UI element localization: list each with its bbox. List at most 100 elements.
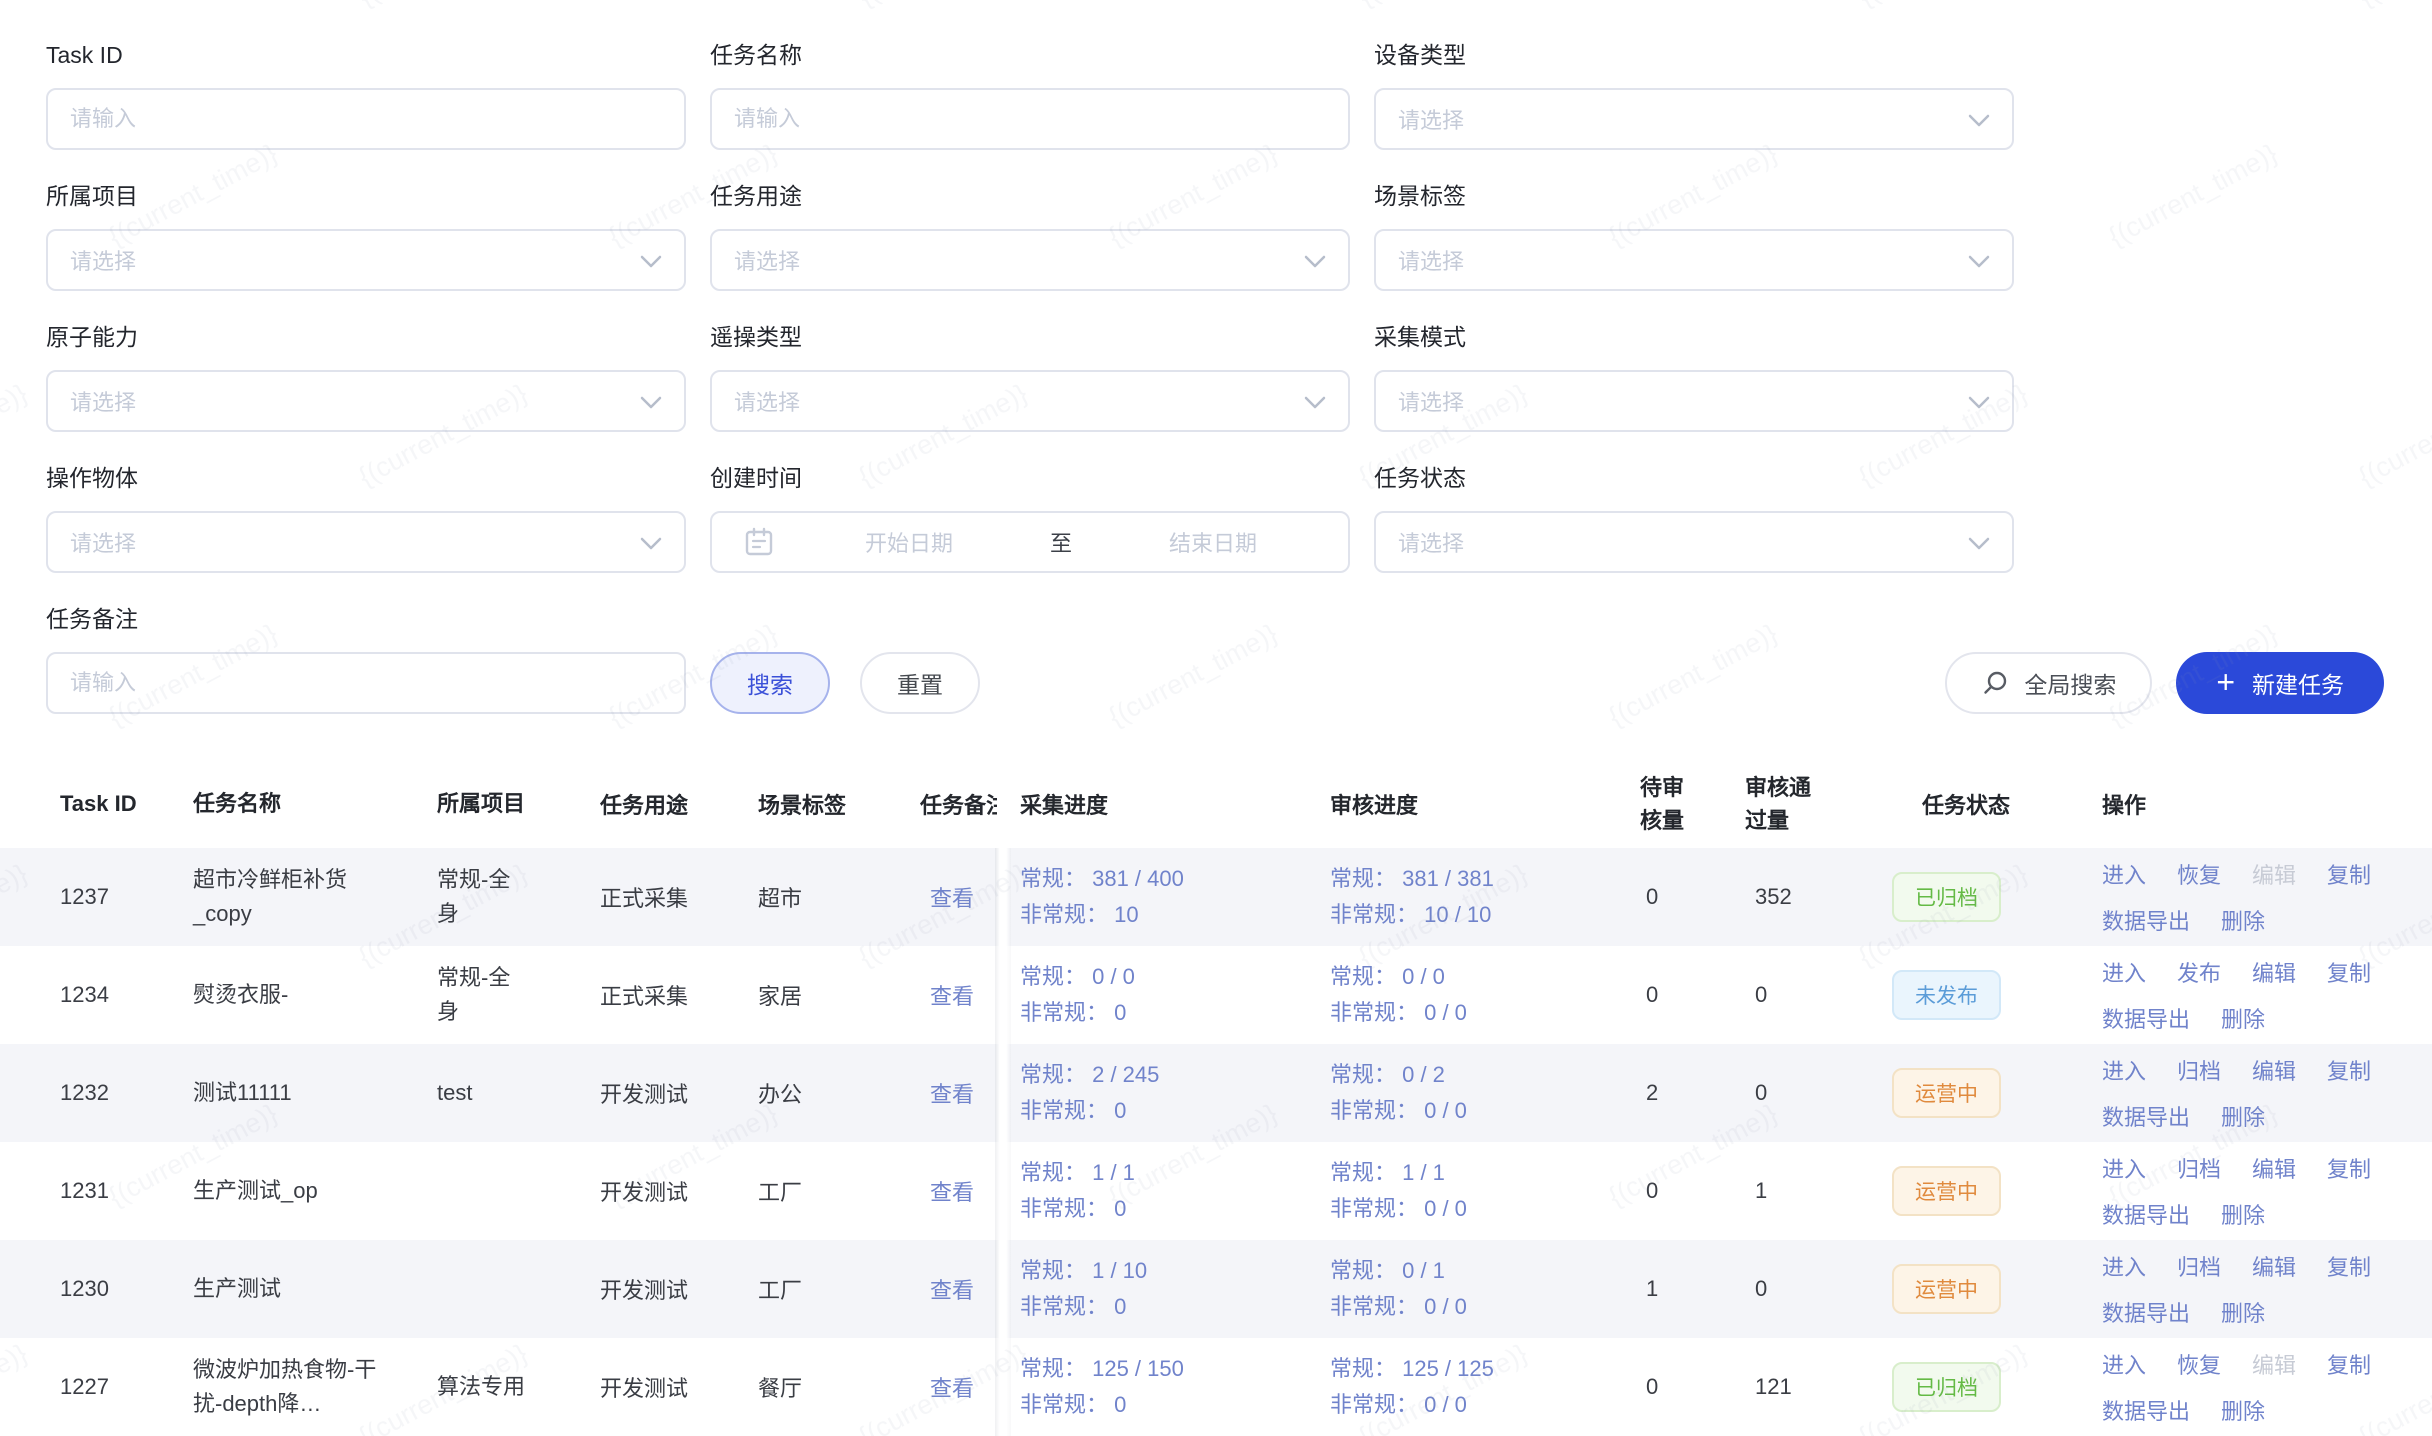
filter-field-label: 任务名称 [710, 42, 1350, 69]
progress-line: 非常规： 10 [1020, 897, 1322, 933]
action-link[interactable]: 进入 [2102, 1054, 2146, 1086]
filter-select-control[interactable]: 请选择 [1374, 511, 2014, 573]
action-link[interactable]: 复制 [2327, 1152, 2371, 1184]
filter-field-label: 遥操类型 [710, 324, 1350, 351]
view-remark-link[interactable]: 查看 [930, 1082, 974, 1107]
action-link[interactable]: 删除 [2221, 1394, 2265, 1426]
filter-text-control[interactable] [46, 652, 686, 714]
action-link[interactable]: 复制 [2327, 1054, 2371, 1086]
filter-select-control[interactable]: 请选择 [46, 370, 686, 432]
action-link[interactable]: 数据导出 [2102, 1100, 2190, 1132]
filter-field-label: 设备类型 [1374, 42, 2014, 69]
daterange-end-input[interactable]: 结束日期 [1078, 526, 1348, 558]
action-link[interactable]: 复制 [2327, 1250, 2371, 1282]
filter-grid: Task ID 任务名称 设备类型 请选择 所属项目 请选择 [46, 42, 2018, 714]
action-link[interactable]: 编辑 [2252, 858, 2296, 890]
action-link[interactable]: 复制 [2327, 858, 2371, 890]
filter-select-control[interactable]: 请选择 [1374, 370, 2014, 432]
cell-task-id: 1227 [0, 1374, 193, 1400]
filter-input[interactable] [712, 106, 1348, 132]
filter-select-control[interactable]: 请选择 [46, 511, 686, 573]
chevron-down-icon [1304, 396, 1326, 410]
select-placeholder: 请选择 [712, 385, 1348, 417]
action-link[interactable]: 数据导出 [2102, 1394, 2190, 1426]
reset-button[interactable]: 重置 [860, 652, 980, 714]
row-scroll-right: 常规： 1 / 10 非常规： 0 常规： 0 / 1 非常规： 0 / 0 1… [997, 1240, 2432, 1338]
progress-line: 常规： 381 / 381 [1330, 861, 1632, 897]
view-remark-link[interactable]: 查看 [930, 984, 974, 1009]
action-link[interactable]: 删除 [2221, 1296, 2265, 1328]
action-link[interactable]: 数据导出 [2102, 1296, 2190, 1328]
filter-select-control[interactable]: 请选择 [710, 370, 1350, 432]
cell-scene: 家居 [758, 979, 920, 1011]
action-link[interactable]: 进入 [2102, 956, 2146, 988]
column-header-project: 所属项目 [437, 787, 600, 821]
view-remark-link[interactable]: 查看 [930, 1376, 974, 1401]
daterange-separator: 至 [1044, 526, 1078, 558]
plus-icon: + [2216, 666, 2235, 698]
filter-select-control[interactable]: 请选择 [710, 229, 1350, 291]
filter-field: 设备类型 请选择 [1374, 42, 2014, 150]
row-fixed-left: 1234 熨烫衣服- 常规-全身 正式采集 家居 查看 [0, 946, 997, 1044]
action-link[interactable]: 编辑 [2252, 956, 2296, 988]
action-link[interactable]: 数据导出 [2102, 904, 2190, 936]
action-link[interactable]: 删除 [2221, 1002, 2265, 1034]
cell-approved-count: 352 [1737, 884, 1892, 910]
cell-project: test [437, 1076, 600, 1110]
status-badge: 已归档 [1892, 872, 2001, 922]
view-remark-link[interactable]: 查看 [930, 1180, 974, 1205]
create-task-button[interactable]: + 新建任务 [2176, 652, 2384, 714]
header-fixed-left: Task ID 任务名称 所属项目 任务用途 场景标签 任务备注 [0, 760, 997, 848]
action-link[interactable]: 进入 [2102, 1152, 2146, 1184]
filter-text-control[interactable] [710, 88, 1350, 150]
action-link[interactable]: 复制 [2327, 956, 2371, 988]
action-link[interactable]: 删除 [2221, 904, 2265, 936]
cell-task-name: 测试11111 [193, 1076, 437, 1110]
action-link[interactable]: 复制 [2327, 1348, 2371, 1380]
select-placeholder: 请选择 [1376, 244, 2012, 276]
cell-task-id: 1231 [0, 1178, 193, 1204]
action-link[interactable]: 删除 [2221, 1198, 2265, 1230]
search-button[interactable]: 搜索 [710, 652, 830, 714]
action-link[interactable]: 恢复 [2177, 858, 2221, 890]
daterange-start-input[interactable]: 开始日期 [774, 526, 1044, 558]
action-link[interactable]: 编辑 [2252, 1054, 2296, 1086]
action-link[interactable]: 归档 [2177, 1250, 2221, 1282]
action-link[interactable]: 数据导出 [2102, 1198, 2190, 1230]
action-link[interactable]: 编辑 [2252, 1250, 2296, 1282]
view-remark-link[interactable]: 查看 [930, 1278, 974, 1303]
row-scroll-right: 常规： 381 / 400 非常规： 10 常规： 381 / 381 非常规：… [997, 848, 2432, 946]
action-link[interactable]: 进入 [2102, 1250, 2146, 1282]
filter-field: 任务名称 [710, 42, 1350, 150]
action-link[interactable]: 进入 [2102, 858, 2146, 890]
action-link[interactable]: 归档 [2177, 1054, 2221, 1086]
column-header-status: 任务状态 [1892, 788, 2087, 820]
table-row: 1234 熨烫衣服- 常规-全身 正式采集 家居 查看 常规： 0 / 0 非常… [0, 946, 2432, 1044]
view-remark-link[interactable]: 查看 [930, 886, 974, 911]
cell-remark: 查看 [920, 1273, 997, 1305]
filter-input[interactable] [48, 670, 684, 696]
filter-daterange-control[interactable]: 开始日期 至 结束日期 [710, 511, 1350, 573]
action-link[interactable]: 归档 [2177, 1152, 2221, 1184]
filter-input[interactable] [48, 106, 684, 132]
chevron-down-icon [1968, 114, 1990, 128]
cell-approved-count: 121 [1737, 1374, 1892, 1400]
filter-select-control[interactable]: 请选择 [46, 229, 686, 291]
cell-review-progress: 常规： 0 / 0 非常规： 0 / 0 [1322, 959, 1632, 1031]
filter-field: 任务状态 请选择 [1374, 465, 2014, 573]
global-search-button[interactable]: 全局搜索 [1945, 652, 2152, 714]
row-scroll-right: 常规： 2 / 245 非常规： 0 常规： 0 / 2 非常规： 0 / 0 … [997, 1044, 2432, 1142]
action-link[interactable]: 数据导出 [2102, 1002, 2190, 1034]
cell-status: 未发布 [1892, 970, 2087, 1020]
filter-select-control[interactable]: 请选择 [1374, 229, 2014, 291]
global-search-label: 全局搜索 [2024, 666, 2116, 700]
filter-text-control[interactable] [46, 88, 686, 150]
action-link[interactable]: 恢复 [2177, 1348, 2221, 1380]
action-link[interactable]: 编辑 [2252, 1152, 2296, 1184]
action-link[interactable]: 编辑 [2252, 1348, 2296, 1380]
action-link[interactable]: 进入 [2102, 1348, 2146, 1380]
action-link[interactable]: 发布 [2177, 956, 2221, 988]
action-link[interactable]: 删除 [2221, 1100, 2265, 1132]
filter-select-control[interactable]: 请选择 [1374, 88, 2014, 150]
progress-line: 常规： 0 / 1 [1330, 1253, 1632, 1289]
